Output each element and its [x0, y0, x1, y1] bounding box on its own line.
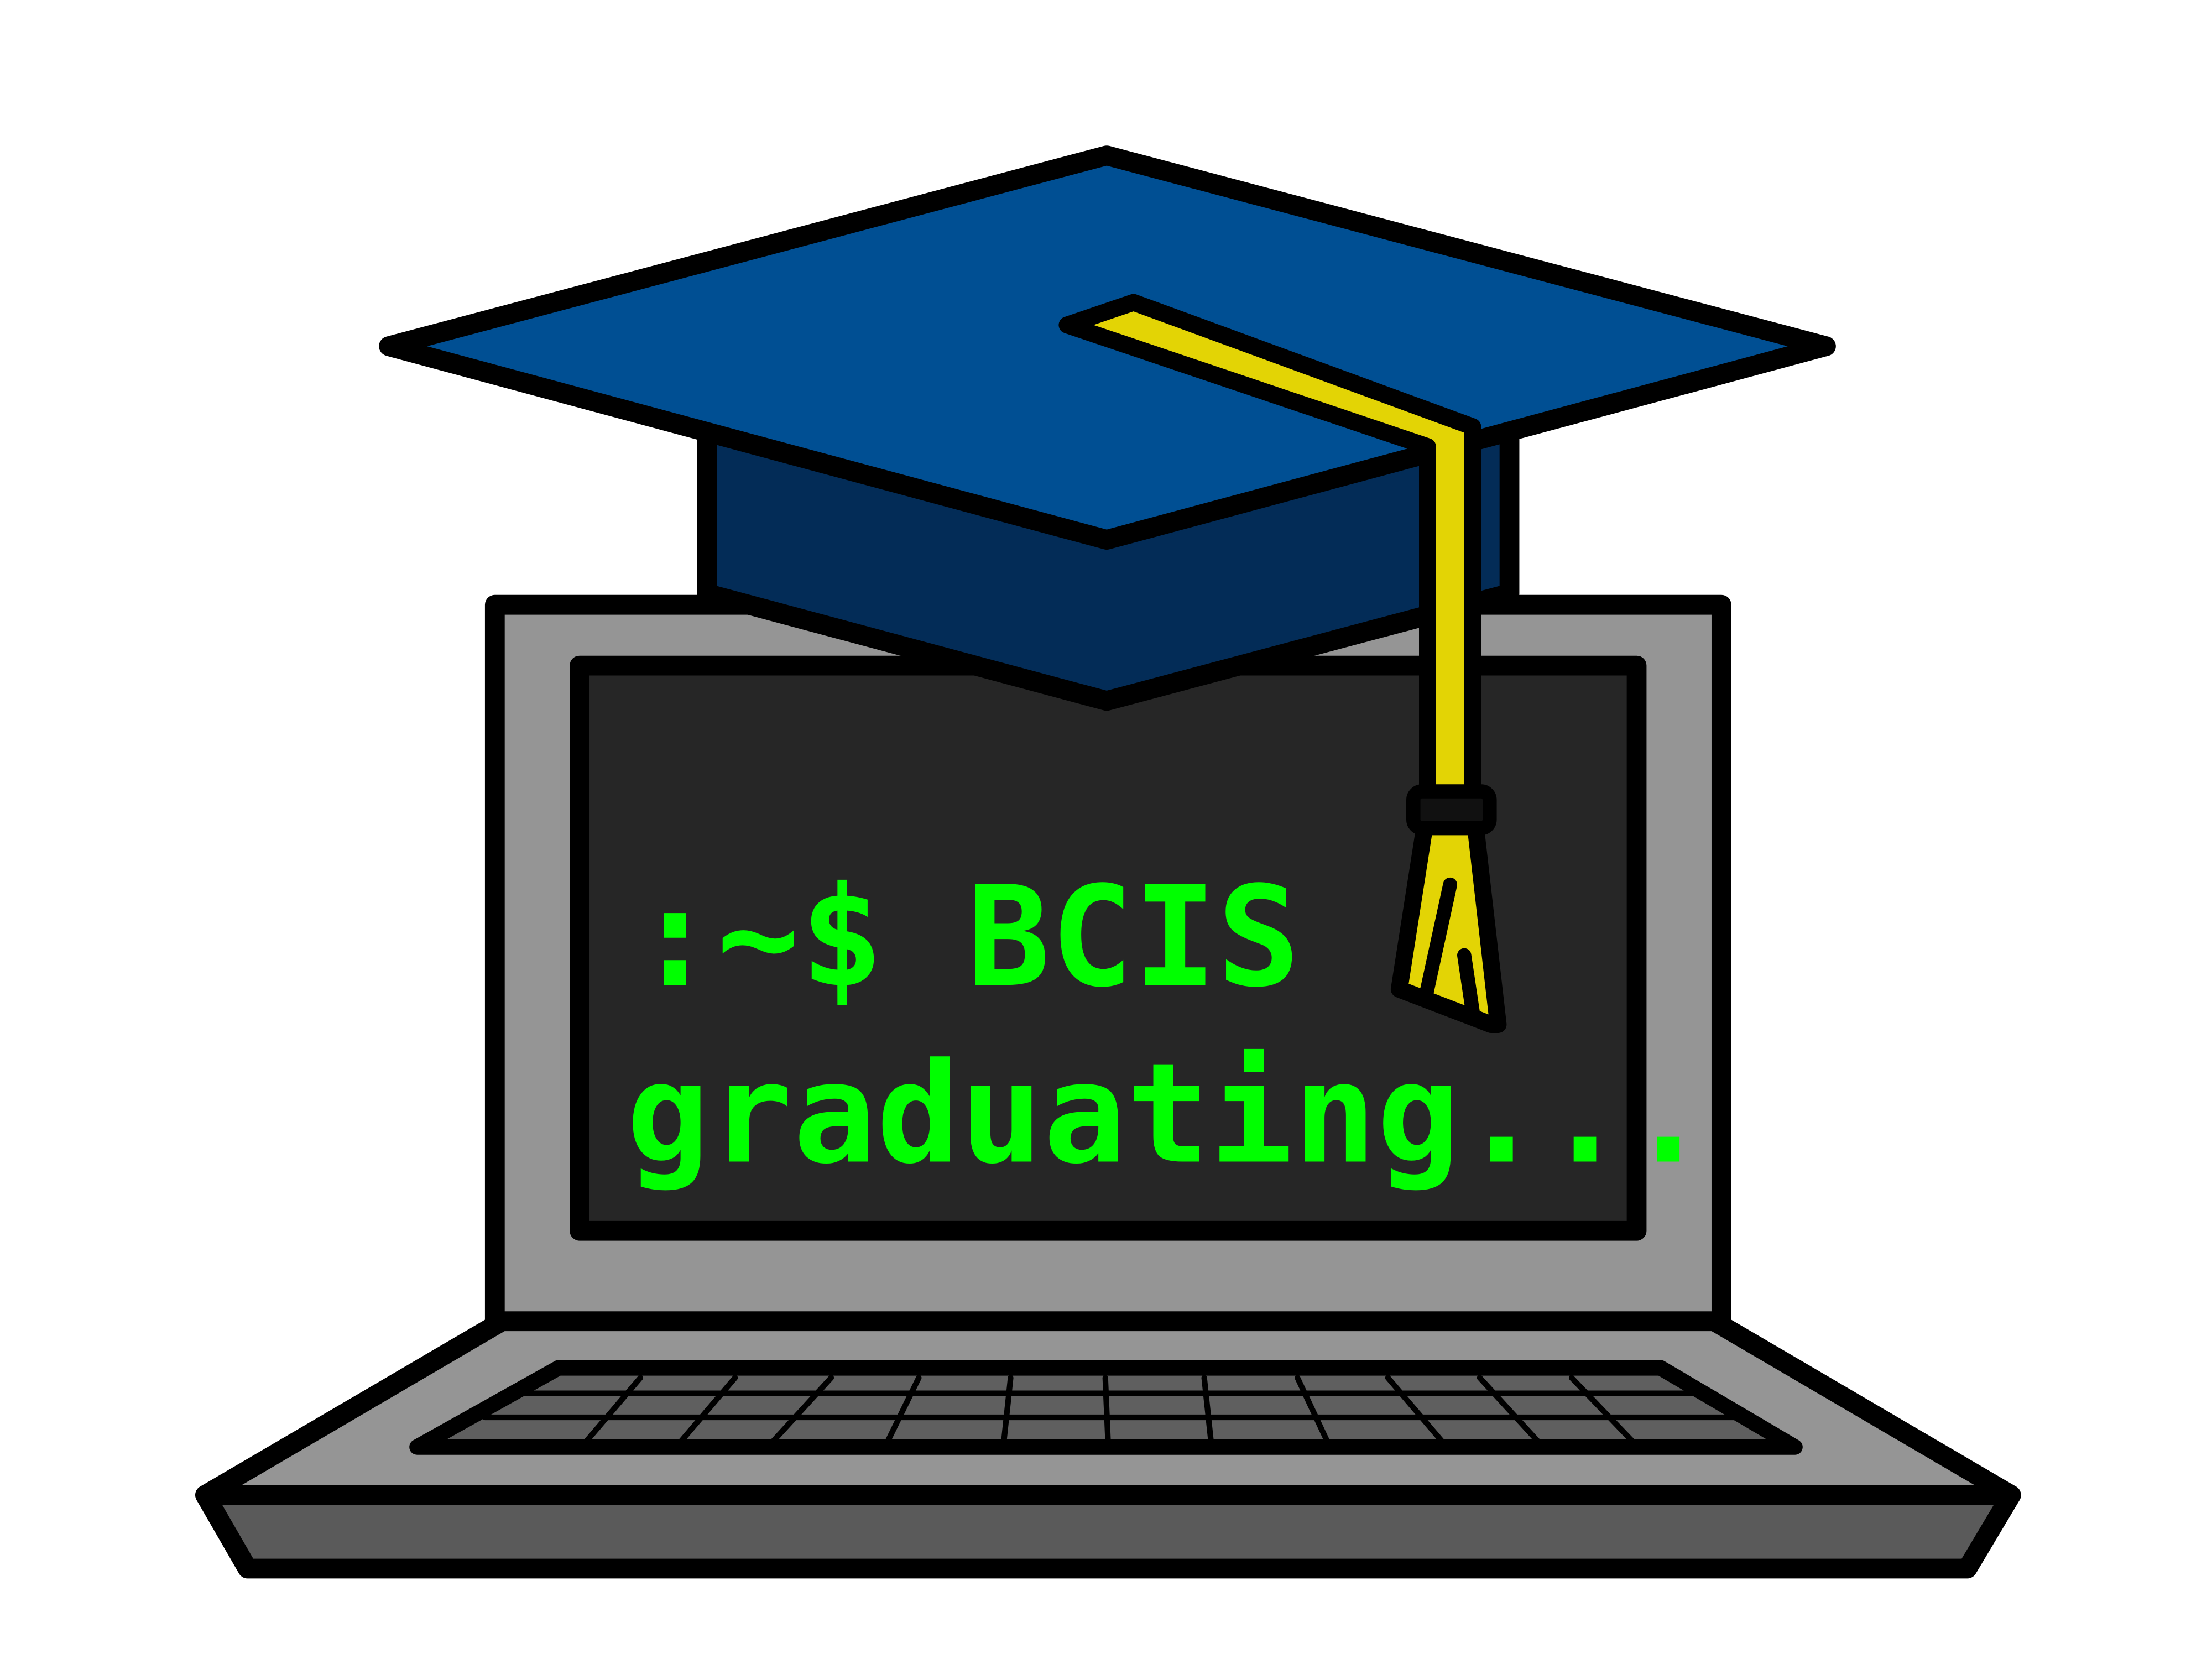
bcis-graduation-illustration: :~$ BCIS graduating... [195, 145, 2021, 1579]
tassel-icon [1390, 784, 1507, 1033]
terminal-status-line: graduating... [626, 1034, 1710, 1195]
tassel-fringe [1390, 818, 1507, 1033]
cap-board [379, 145, 1836, 550]
laptop-base-front [195, 1485, 2021, 1579]
terminal-prompt-line: :~$ BCIS [633, 857, 1300, 1018]
tassel-knot [1406, 784, 1497, 836]
